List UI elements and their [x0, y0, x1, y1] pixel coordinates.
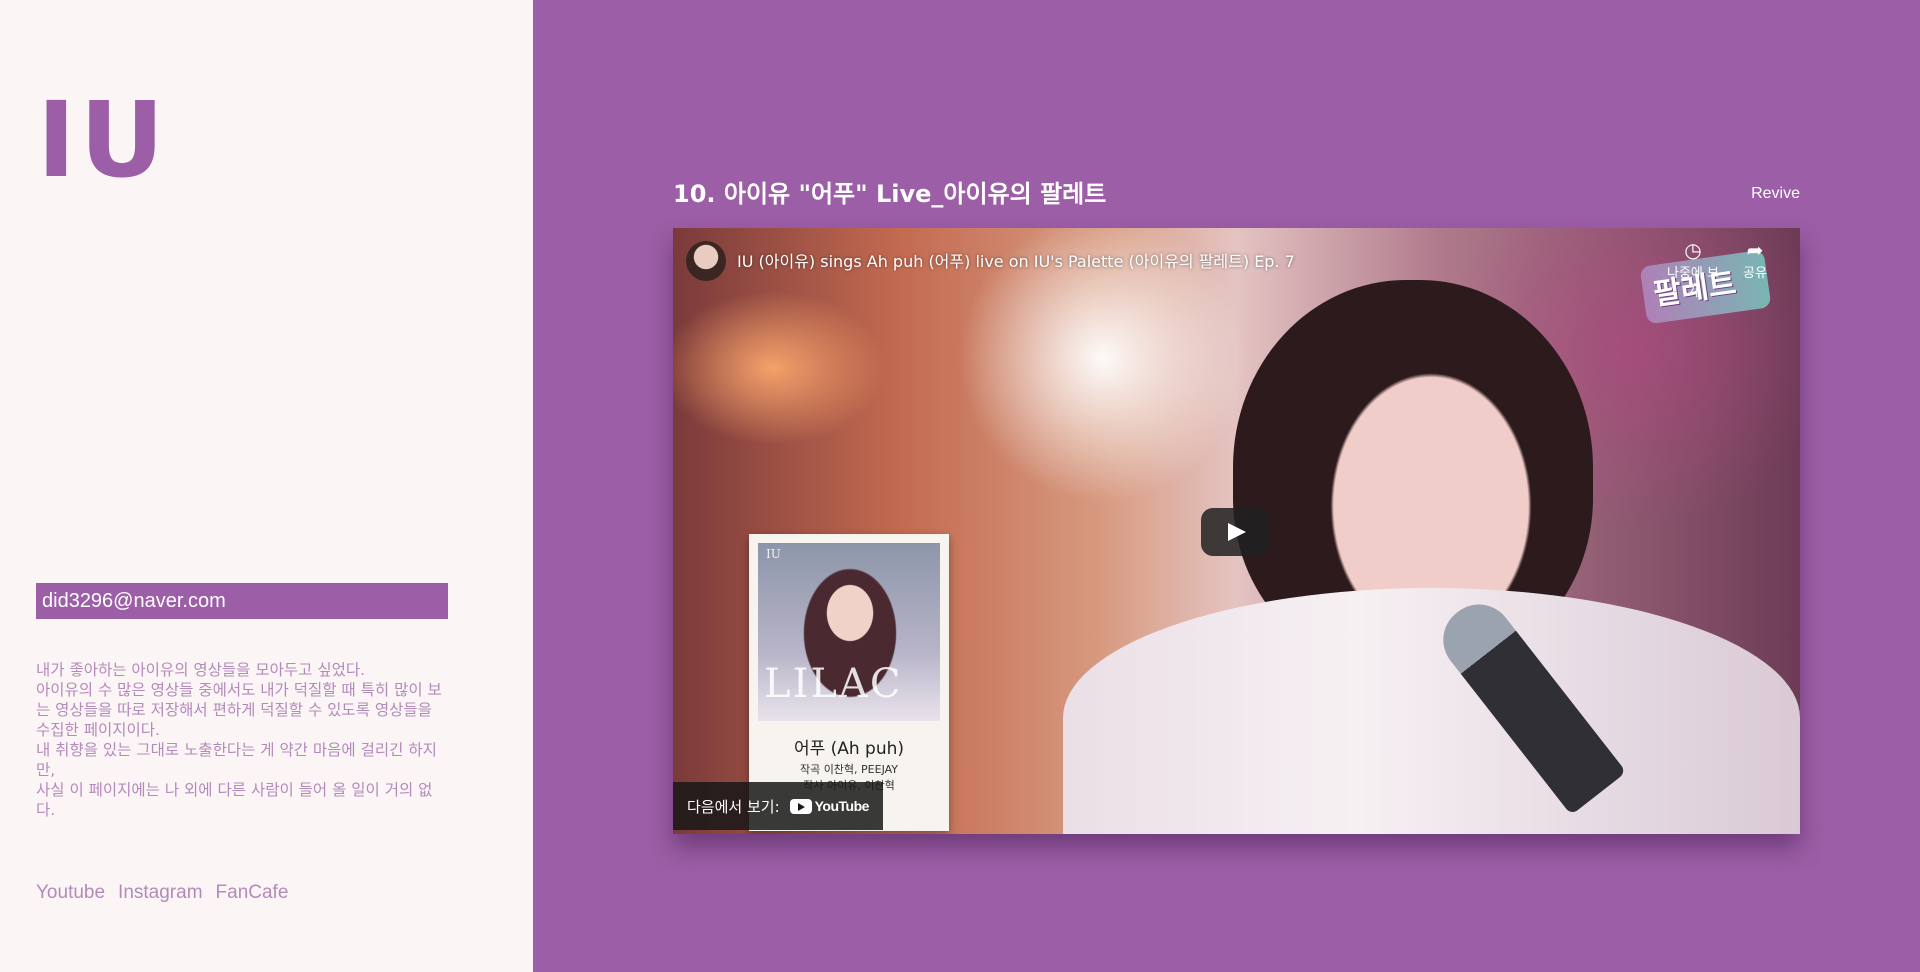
watch-on-label: 다음에서 보기: [687, 797, 780, 816]
intro-line: 내 취향을 있는 그대로 노출한다는 게 약간 마음에 걸리긴 하지만, [36, 741, 437, 779]
sidebar: IU did3296@naver.com 내가 좋아하는 아이유의 영상들을 모… [0, 0, 533, 972]
watch-later-button[interactable]: ◷ 나중에 보기 [1663, 238, 1723, 300]
intro-text: 내가 좋아하는 아이유의 영상들을 모아두고 싶었다. 아이유의 수 많은 영상… [36, 660, 448, 820]
album-artist: IU [766, 547, 781, 561]
watch-on-youtube-button[interactable]: 다음에서 보기: YouTube [673, 782, 883, 830]
intro-line: 사실 이 페이지에는 나 외에 다른 사람이 들어 올 일이 거의 없다. [36, 781, 433, 819]
fancafe-link[interactable]: FanCafe [216, 882, 289, 904]
youtube-embed[interactable]: 팔레트 IU (아이유) sings Ah puh (어푸) live on I… [673, 228, 1800, 834]
intro-line: 내가 좋아하는 아이유의 영상들을 모아두고 싶었다. [36, 661, 366, 679]
instagram-link[interactable]: Instagram [118, 882, 202, 904]
youtube-play-icon [789, 798, 812, 814]
share-icon: ➦ [1746, 238, 1764, 262]
album-title: LILAC [764, 661, 903, 707]
youtube-logo: YouTube [789, 798, 870, 814]
album-photo: IU LILAC [758, 543, 940, 721]
intro-line: 아이유의 수 많은 영상들 중에서도 내가 덕질할 때 특히 많이 보는 영상들… [36, 681, 442, 739]
play-button[interactable] [1201, 508, 1269, 556]
revive-link[interactable]: Revive [1751, 185, 1800, 203]
video-title[interactable]: IU (아이유) sings Ah puh (어푸) live on IU's … [737, 248, 1295, 272]
share-label: 공유 [1743, 266, 1767, 281]
album-credit-line: 작곡 이찬혁, PEEJAY [799, 763, 899, 776]
youtube-wordmark: YouTube [814, 798, 870, 814]
video-heading: 10. 아이유 "어푸" Live_아이유의 팔레트 [673, 180, 1107, 208]
share-button[interactable]: ➦ 공유 [1725, 238, 1785, 281]
youtube-link[interactable]: Youtube [36, 882, 105, 904]
social-links: Youtube Instagram FanCafe [36, 882, 288, 904]
site-logo[interactable]: IU [37, 88, 168, 192]
email-address: did3296@naver.com [36, 583, 448, 619]
watch-later-label: 나중에 보기 [1667, 266, 1719, 300]
channel-avatar[interactable] [686, 241, 726, 281]
video-singer-outfit [1063, 588, 1800, 834]
clock-icon: ◷ [1684, 238, 1702, 262]
album-song-title: 어푸 (Ah puh) [793, 739, 905, 759]
